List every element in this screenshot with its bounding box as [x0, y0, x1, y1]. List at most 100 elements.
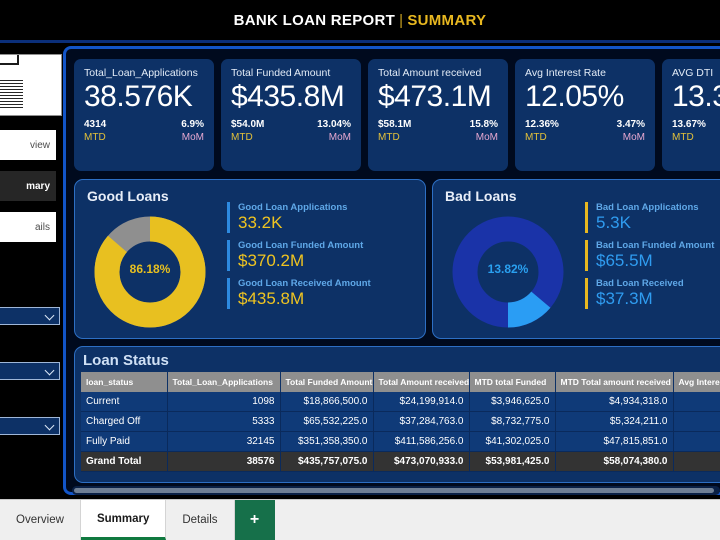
kpi-card-avg-interest-rate[interactable]: Avg Interest Rate 12.05% 12.36% 3.47% MT… — [515, 59, 655, 171]
sidebar-item-details[interactable]: ails — [0, 212, 56, 242]
cell-total-amount-received: $24,199,914.0 — [373, 392, 469, 412]
kpi-title: AVG DTI — [672, 67, 720, 79]
kpi-value: $435.8M — [231, 80, 351, 114]
slicer-dropdown-1[interactable] — [0, 307, 60, 325]
kpi-mom-label: MoM — [623, 132, 645, 143]
plus-icon: + — [250, 511, 259, 529]
slicer-dropdown-3[interactable] — [0, 417, 60, 435]
cell-avg-interest-rate: 11.64 — [673, 432, 720, 452]
kpi-title: Avg Interest Rate — [525, 67, 645, 79]
loan-status-panel: Loan Status loan_status Total_Loan_Appli… — [74, 346, 720, 483]
good-loans-title: Good Loans — [87, 188, 169, 204]
column-header-total-amount-received[interactable]: Total Amount received — [373, 372, 469, 392]
cell-avg-interest-rate: 13.88 — [673, 412, 720, 432]
kpi-card-total-loan-applications[interactable]: Total_Loan_Applications 38.576K 4314 6.9… — [74, 59, 214, 171]
column-header-avg-interest-rate[interactable]: Avg Interest Rate — [673, 372, 720, 392]
metric-label: Good Loan Applications — [238, 202, 417, 213]
cell-mtd-total-amount-received: $47,815,851.0 — [555, 432, 673, 452]
kpi-mtd-value: 4314 — [84, 119, 106, 130]
canvas-horizontal-scrollbar[interactable] — [72, 486, 720, 495]
scrollbar-thumb[interactable] — [74, 488, 714, 493]
tab-details[interactable]: Details — [166, 500, 234, 540]
cell-mtd-total-amount-received: $4,934,318.0 — [555, 392, 673, 412]
bad-loan-applications-metric: Bad Loan Applications 5.3K — [585, 202, 720, 233]
column-header-mtd-total-funded[interactable]: MTD total Funded — [469, 372, 555, 392]
kpi-card-total-amount-received[interactable]: Total Amount received $473.1M $58.1M 15.… — [368, 59, 508, 171]
kpi-value: 13.33 — [672, 80, 720, 114]
page-thumbnail-card[interactable]: ARY — [0, 54, 62, 116]
metric-value: $435.8M — [238, 289, 417, 309]
cell-total-loan-applications: 1098 — [167, 392, 280, 412]
kpi-mtd-value: $58.1M — [378, 119, 411, 130]
metric-label: Bad Loan Applications — [596, 202, 720, 213]
report-canvas: Total_Loan_Applications 38.576K 4314 6.9… — [63, 46, 720, 495]
report-header: BANK LOAN REPORT|SUMMARY — [0, 0, 720, 43]
kpi-value: 38.576K — [84, 80, 204, 114]
kpi-mtd-label: MTD — [84, 132, 106, 143]
metric-value: 5.3K — [596, 213, 720, 233]
kpi-card-total-funded-amount[interactable]: Total Funded Amount $435.8M $54.0M 13.04… — [221, 59, 361, 171]
good-loan-received-amount-metric: Good Loan Received Amount $435.8M — [227, 278, 417, 309]
table-row[interactable]: Charged Off 5333 $65,532,225.0 $37,284,7… — [81, 412, 720, 432]
cell-mtd-total-funded: $53,981,425.0 — [469, 452, 555, 472]
cell-loan-status: Grand Total — [81, 452, 167, 472]
cell-total-funded-amount: $65,532,225.0 — [280, 412, 373, 432]
table-row-grand-total[interactable]: Grand Total 38576 $435,757,075.0 $473,07… — [81, 452, 720, 472]
kpi-mom-value: 6.9% — [181, 119, 204, 130]
good-loan-applications-metric: Good Loan Applications 33.2K — [227, 202, 417, 233]
cell-total-amount-received: $473,070,933.0 — [373, 452, 469, 472]
loan-status-title: Loan Status — [83, 352, 720, 369]
thumbnail-lines-icon — [0, 80, 23, 110]
cell-total-loan-applications: 38576 — [167, 452, 280, 472]
kpi-value: $473.1M — [378, 80, 498, 114]
kpi-title: Total Funded Amount — [231, 67, 351, 79]
column-header-total-loan-applications[interactable]: Total_Loan_Applications — [167, 372, 280, 392]
tab-summary[interactable]: Summary — [81, 500, 166, 540]
metric-label: Bad Loan Received — [596, 278, 720, 289]
cell-total-funded-amount: $351,358,350.0 — [280, 432, 373, 452]
slicer-dropdown-2[interactable] — [0, 362, 60, 380]
cell-mtd-total-amount-received: $5,324,211.0 — [555, 412, 673, 432]
column-header-loan-status[interactable]: loan_status — [81, 372, 167, 392]
good-loans-donut-chart[interactable]: 86.18% — [89, 206, 211, 332]
document-fold-icon — [0, 55, 19, 65]
metric-label: Good Loan Funded Amount — [238, 240, 417, 251]
title-separator: | — [399, 12, 403, 29]
sidebar-item-summary[interactable]: mary — [0, 171, 56, 201]
cell-avg-interest-rate: 12.05 — [673, 452, 720, 472]
column-header-total-funded-amount[interactable]: Total Funded Amount — [280, 372, 373, 392]
bad-loans-donut-chart[interactable]: 13.82% — [447, 206, 569, 332]
table-row[interactable]: Current 1098 $18,866,500.0 $24,199,914.0… — [81, 392, 720, 412]
metric-value: $65.5M — [596, 251, 720, 271]
tab-overview[interactable]: Overview — [0, 500, 81, 540]
add-page-button[interactable]: + — [235, 500, 275, 540]
report-canvas-inner: Total_Loan_Applications 38.576K 4314 6.9… — [66, 49, 720, 492]
table-row[interactable]: Fully Paid 32145 $351,358,350.0 $411,586… — [81, 432, 720, 452]
kpi-mtd-value: $54.0M — [231, 119, 264, 130]
tab-summary-label: Summary — [97, 513, 149, 525]
sidebar-item-details-label: ails — [35, 222, 50, 233]
bad-loans-panel: Bad Loans 13.82% Bad Loan Applications 5… — [432, 179, 720, 339]
good-loan-funded-amount-metric: Good Loan Funded Amount $370.2M — [227, 240, 417, 271]
loan-status-table: loan_status Total_Loan_Applications Tota… — [81, 372, 720, 472]
cell-mtd-total-funded: $3,946,625.0 — [469, 392, 555, 412]
kpi-mtd-label: MTD — [525, 132, 547, 143]
page-title: BANK LOAN REPORT|SUMMARY — [234, 12, 487, 29]
cell-total-loan-applications: 32145 — [167, 432, 280, 452]
kpi-mom-label: MoM — [329, 132, 351, 143]
cell-mtd-total-amount-received: $58,074,380.0 — [555, 452, 673, 472]
sidebar-item-overview[interactable]: view — [0, 130, 56, 160]
cell-total-funded-amount: $435,757,075.0 — [280, 452, 373, 472]
bad-loan-received-metric: Bad Loan Received $37.3M — [585, 278, 720, 309]
kpi-mom-value: 15.8% — [470, 119, 498, 130]
metric-value: $37.3M — [596, 289, 720, 309]
kpi-mom-label: MoM — [476, 132, 498, 143]
bad-loans-metric-list: Bad Loan Applications 5.3K Bad Loan Fund… — [585, 202, 720, 316]
bad-loans-title: Bad Loans — [445, 188, 517, 204]
kpi-mtd-label: MTD — [672, 132, 694, 143]
good-loans-metric-list: Good Loan Applications 33.2K Good Loan F… — [227, 202, 417, 316]
kpi-card-avg-dti[interactable]: AVG DTI 13.33 13.67% MTD — [662, 59, 720, 171]
good-loans-panel: Good Loans 86.18% Good Loan Applications… — [74, 179, 426, 339]
column-header-mtd-total-amount-received[interactable]: MTD Total amount received — [555, 372, 673, 392]
cell-total-loan-applications: 5333 — [167, 412, 280, 432]
